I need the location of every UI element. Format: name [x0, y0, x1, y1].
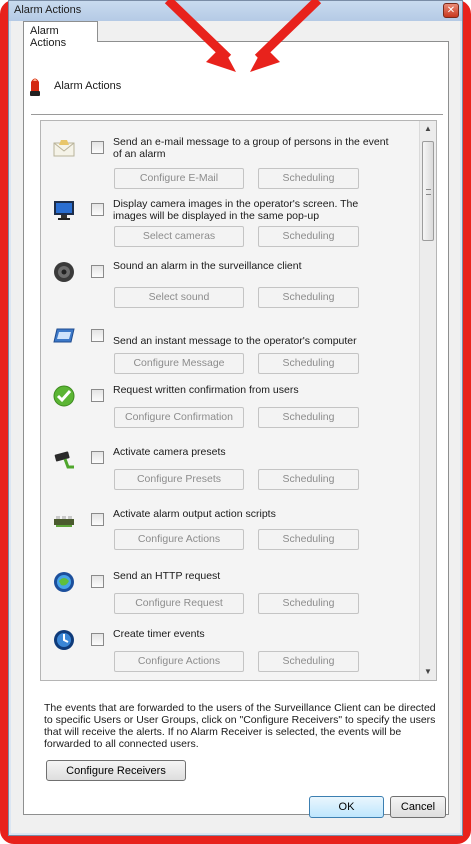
- action-timer-events: Create timer events Configure Actions Sc…: [41, 623, 419, 680]
- message-scheduling-button[interactable]: Scheduling: [258, 353, 359, 374]
- action-camera-presets-checkbox[interactable]: [91, 451, 104, 464]
- action-written-confirmation-checkbox[interactable]: [91, 389, 104, 402]
- timer-globe-icon: [54, 630, 74, 650]
- monitor-icon: [54, 201, 74, 220]
- action-display-cameras: Display camera images in the operator's …: [41, 193, 419, 253]
- grip-icon: [426, 189, 431, 195]
- configure-presets-button[interactable]: Configure Presets: [114, 469, 244, 490]
- action-http-request-checkbox[interactable]: [91, 575, 104, 588]
- action-output-scripts: Activate alarm output action scripts Con…: [41, 503, 419, 563]
- title-bar: Alarm Actions ✕: [9, 1, 462, 21]
- scroll-thumb[interactable]: [422, 141, 434, 241]
- cancel-button[interactable]: Cancel: [390, 796, 446, 818]
- action-timer-events-label: Create timer events: [113, 628, 205, 640]
- action-email-label: Send an e-mail message to a group of per…: [113, 136, 389, 160]
- header-title: Alarm Actions: [54, 80, 122, 92]
- action-output-scripts-label: Activate alarm output action scripts: [113, 508, 276, 520]
- cameras-scheduling-button[interactable]: Scheduling: [258, 226, 359, 247]
- header-divider: [31, 114, 443, 115]
- configure-timer-actions-button[interactable]: Configure Actions: [114, 651, 244, 672]
- receivers-description: The events that are forwarded to the use…: [44, 702, 436, 750]
- presets-scheduling-button[interactable]: Scheduling: [258, 469, 359, 490]
- window-title: Alarm Actions: [14, 4, 82, 16]
- email-envelope-icon: [53, 140, 75, 157]
- action-camera-presets-label: Activate camera presets: [113, 446, 226, 458]
- instant-message-icon: [53, 328, 75, 343]
- scroll-up-arrow-icon[interactable]: ▲: [420, 121, 436, 137]
- output-scheduling-button[interactable]: Scheduling: [258, 529, 359, 550]
- ptz-camera-icon: [54, 451, 74, 469]
- configure-email-button[interactable]: Configure E-Mail: [114, 168, 244, 189]
- action-sound-alarm: Sound an alarm in the surveillance clien…: [41, 255, 419, 315]
- scroll-down-arrow-icon[interactable]: ▼: [420, 664, 436, 680]
- configure-actions-button[interactable]: Configure Actions: [114, 529, 244, 550]
- speaker-icon: [54, 262, 74, 282]
- configure-confirmation-button[interactable]: Configure Confirmation: [114, 407, 244, 428]
- timer-scheduling-button[interactable]: Scheduling: [258, 651, 359, 672]
- email-scheduling-button[interactable]: Scheduling: [258, 168, 359, 189]
- action-output-scripts-checkbox[interactable]: [91, 513, 104, 526]
- actions-scrollbar[interactable]: ▲ ▼: [419, 121, 436, 680]
- output-relay-icon: [54, 516, 74, 527]
- action-timer-events-checkbox[interactable]: [91, 633, 104, 646]
- checkmark-icon: [53, 385, 75, 407]
- action-email-checkbox[interactable]: [91, 141, 104, 154]
- configure-receivers-button[interactable]: Configure Receivers: [46, 760, 186, 781]
- action-display-cameras-checkbox[interactable]: [91, 203, 104, 216]
- tab-alarm-actions[interactable]: Alarm Actions: [23, 21, 98, 49]
- action-written-confirmation-label: Request written confirmation from users: [113, 384, 299, 396]
- action-sound-alarm-checkbox[interactable]: [91, 265, 104, 278]
- action-instant-message: Send an instant message to the operator'…: [41, 319, 419, 379]
- action-http-request: Send an HTTP request Configure Request S…: [41, 565, 419, 625]
- alarm-light-icon: [30, 78, 40, 96]
- action-instant-message-checkbox[interactable]: [91, 329, 104, 342]
- http-scheduling-button[interactable]: Scheduling: [258, 593, 359, 614]
- action-email: Send an e-mail message to a group of per…: [41, 131, 419, 191]
- close-button[interactable]: ✕: [443, 3, 459, 18]
- action-camera-presets: Activate camera presets Configure Preset…: [41, 441, 419, 501]
- actions-list: Send an e-mail message to a group of per…: [40, 120, 437, 681]
- select-sound-button[interactable]: Select sound: [114, 287, 244, 308]
- http-globe-icon: [54, 572, 74, 592]
- select-cameras-button[interactable]: Select cameras: [114, 226, 244, 247]
- action-http-request-label: Send an HTTP request: [113, 570, 221, 582]
- configure-request-button[interactable]: Configure Request: [114, 593, 244, 614]
- action-instant-message-label: Send an instant message to the operator'…: [113, 335, 357, 347]
- sound-scheduling-button[interactable]: Scheduling: [258, 287, 359, 308]
- action-written-confirmation: Request written confirmation from users …: [41, 379, 419, 439]
- configure-message-button[interactable]: Configure Message: [114, 353, 244, 374]
- action-display-cameras-label: Display camera images in the operator's …: [113, 198, 359, 222]
- confirmation-scheduling-button[interactable]: Scheduling: [258, 407, 359, 428]
- ok-button[interactable]: OK: [309, 796, 384, 818]
- action-sound-alarm-label: Sound an alarm in the surveillance clien…: [113, 260, 302, 272]
